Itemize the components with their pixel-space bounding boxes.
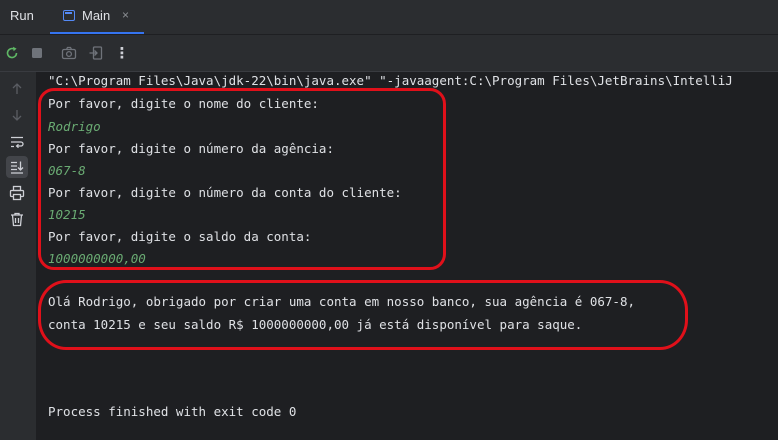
run-tool-window: Run Main × ⋮ "C:\Program Files\Java\jdk-… <box>0 0 778 440</box>
result-annotation-outline <box>38 280 688 350</box>
clear-all-button[interactable] <box>6 208 28 230</box>
rerun-button[interactable] <box>2 43 22 63</box>
next-occurrence-button[interactable] <box>6 104 28 126</box>
arrow-up-icon <box>12 83 22 94</box>
camera-icon <box>61 46 77 60</box>
print-button[interactable] <box>6 182 28 204</box>
close-icon[interactable]: × <box>122 8 129 22</box>
tool-window-title: Run <box>10 8 34 23</box>
console-exit-line: Process finished with exit code 0 <box>48 404 297 419</box>
scroll-to-end-button[interactable] <box>6 156 28 178</box>
previous-occurrence-button[interactable] <box>6 78 28 100</box>
arrow-down-icon <box>12 110 22 121</box>
soft-wrap-icon <box>11 136 24 149</box>
console-output[interactable]: "C:\Program Files\Java\jdk-22\bin\java.e… <box>36 72 778 440</box>
console-gutter <box>0 72 36 440</box>
screenshot-button[interactable] <box>59 43 79 63</box>
stop-icon <box>32 48 42 58</box>
tab-bar: Run Main × <box>0 0 778 35</box>
tab-main[interactable]: Main × <box>50 0 144 34</box>
exit-button[interactable] <box>86 43 106 63</box>
tab-main-label: Main <box>82 8 111 23</box>
rerun-icon <box>6 46 18 59</box>
console-command-line: "C:\Program Files\Java\jdk-22\bin\java.e… <box>48 73 733 88</box>
input-annotation-outline <box>38 88 446 270</box>
trash-icon <box>11 212 23 227</box>
run-toolbar: ⋮ <box>0 35 778 72</box>
exit-icon <box>89 46 103 60</box>
print-icon <box>9 185 25 201</box>
soft-wrap-button[interactable] <box>6 131 28 153</box>
stop-button[interactable] <box>27 43 47 63</box>
more-button[interactable]: ⋮ <box>112 43 132 63</box>
scroll-to-end-icon <box>11 161 24 174</box>
window-icon <box>63 10 75 21</box>
more-icon: ⋮ <box>114 45 130 62</box>
